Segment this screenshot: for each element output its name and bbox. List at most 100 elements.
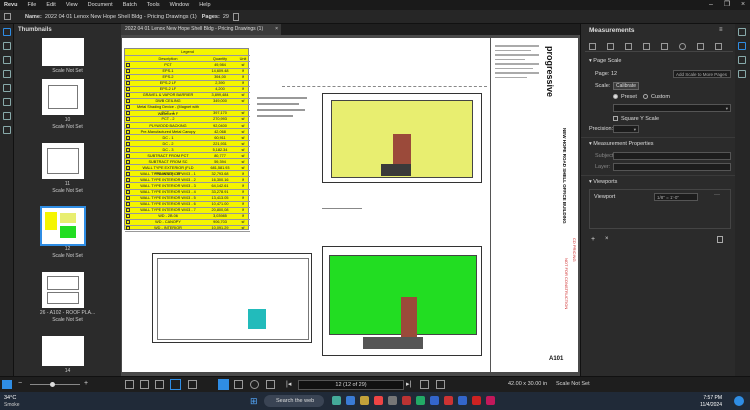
legend-checkbox[interactable] [126, 111, 130, 116]
area-tool-icon[interactable] [625, 43, 632, 50]
legend-checkbox[interactable] [126, 63, 130, 67]
menu-file[interactable]: File [27, 2, 36, 8]
previous-view-icon[interactable] [420, 380, 429, 389]
calibrate-button[interactable]: Calibrate [613, 82, 639, 90]
legend-checkbox[interactable] [126, 93, 130, 98]
polylength-tool-icon[interactable] [607, 43, 614, 50]
perimeter-tool-icon[interactable] [643, 43, 650, 50]
app-logo[interactable]: Revu [4, 2, 17, 8]
zoom-in-icon[interactable]: + [84, 380, 88, 387]
menu-help[interactable]: Help [199, 2, 210, 8]
legend-checkbox[interactable] [126, 129, 130, 134]
grab-viewport-icon[interactable]: × [605, 236, 609, 242]
legend-checkbox[interactable] [126, 214, 130, 219]
legend-checkbox[interactable] [126, 117, 130, 122]
legend-checkbox[interactable] [126, 159, 130, 164]
viewport-scale-select[interactable]: 1/8" = 1'-0" [654, 193, 698, 201]
bookmarks-icon[interactable] [3, 42, 11, 50]
legend-checkbox[interactable] [126, 135, 130, 140]
diameter-tool-icon[interactable] [679, 43, 686, 50]
volume-tool-icon[interactable] [661, 43, 668, 50]
windows-start-icon[interactable]: ⊞ [250, 396, 260, 406]
thumbnail-size-slider[interactable] [30, 382, 80, 387]
legend-checkbox[interactable] [126, 202, 130, 207]
drawing-sheet[interactable]: Legend Description Quantity Unit PCT 49,9… [122, 38, 578, 372]
legend-checkbox[interactable] [126, 69, 130, 74]
app-icon[interactable] [458, 396, 467, 405]
measurement-properties-header[interactable]: ▾ Measurement Properties [589, 141, 654, 147]
signatures-icon[interactable] [3, 84, 11, 92]
legend-checkbox[interactable] [126, 208, 130, 213]
side-by-side-icon[interactable] [155, 380, 164, 389]
add-scale-to-pages-button[interactable]: Add Scale to More Pages [673, 70, 731, 78]
legend-checkbox[interactable] [126, 141, 130, 146]
panel-menu-icon[interactable]: ≡ [719, 27, 723, 33]
page-thumbnail[interactable] [42, 336, 84, 366]
legend-checkbox[interactable] [126, 81, 130, 86]
menu-view[interactable]: View [66, 2, 78, 8]
menu-tools[interactable]: Tools [147, 2, 160, 8]
menu-batch[interactable]: Batch [123, 2, 137, 8]
pan-tool-icon[interactable] [218, 379, 229, 390]
legend-checkbox[interactable] [126, 87, 130, 92]
layers-icon[interactable] [3, 56, 11, 64]
menu-window[interactable]: Window [170, 2, 190, 8]
layer-select[interactable] [613, 163, 731, 171]
add-viewport-icon[interactable]: + [591, 236, 595, 243]
select-tool-icon[interactable] [234, 380, 243, 389]
page-scale-status[interactable]: Scale Not Set [556, 381, 590, 387]
thumbnails-icon[interactable] [3, 28, 11, 36]
subject-input[interactable] [613, 152, 731, 160]
legend-checkbox[interactable] [126, 153, 130, 158]
minimize-icon[interactable]: – [704, 0, 718, 10]
legend-checkbox[interactable] [126, 220, 130, 225]
app-icon[interactable] [486, 396, 495, 405]
markups-icon[interactable] [738, 56, 746, 64]
document-name[interactable]: 2022 04 01 Lenox New Hope Shell Bldg - P… [45, 14, 197, 20]
custom-radio[interactable] [643, 94, 648, 99]
edge-icon[interactable] [346, 396, 355, 405]
sets-icon[interactable] [3, 112, 11, 120]
page-thumbnail-selected[interactable] [40, 206, 86, 246]
bluebeam-icon[interactable] [444, 396, 453, 405]
last-page-icon[interactable]: ▸| [406, 380, 411, 388]
single-page-icon[interactable] [125, 380, 134, 389]
legend-checkbox[interactable] [126, 226, 130, 231]
acrobat-icon[interactable] [472, 396, 481, 405]
legend-checkbox[interactable] [126, 196, 130, 201]
chrome-icon[interactable] [374, 396, 383, 405]
list-view-icon[interactable] [2, 380, 12, 389]
more-icon[interactable]: ··· [714, 192, 720, 198]
legend-checkbox[interactable] [126, 165, 130, 170]
preset-scale-select[interactable]: ▾ [613, 104, 731, 112]
properties-icon[interactable] [738, 28, 746, 36]
viewports-header[interactable]: ▾ Viewports [589, 179, 617, 185]
page-navigation-field[interactable]: 12 (12 of 29) [298, 380, 404, 390]
page-thumbnail[interactable] [42, 143, 84, 179]
weather-temp[interactable]: 34°C [4, 395, 16, 401]
viewport-name[interactable]: Viewport [594, 194, 615, 200]
snapshot-icon[interactable] [266, 380, 275, 389]
legend-checkbox[interactable] [126, 190, 130, 195]
app-icon[interactable] [416, 396, 425, 405]
legend-checkbox[interactable] [126, 75, 130, 80]
zoom-out-icon[interactable]: − [18, 380, 22, 387]
settings-icon[interactable] [4, 13, 11, 20]
close-icon[interactable]: × [736, 0, 750, 10]
measurements-icon[interactable] [738, 42, 746, 50]
next-view-icon[interactable] [436, 380, 445, 389]
notification-icon[interactable] [734, 396, 744, 406]
search-icon[interactable] [738, 70, 746, 78]
close-tab-icon[interactable]: × [275, 24, 278, 35]
app-icon[interactable] [402, 396, 411, 405]
file-access-icon[interactable] [3, 98, 11, 106]
app-icon[interactable] [430, 396, 439, 405]
spaces-icon[interactable] [3, 126, 11, 134]
page-thumbnail[interactable] [42, 79, 84, 115]
legend-checkbox[interactable] [126, 171, 130, 176]
legend-checkbox[interactable] [126, 184, 130, 188]
split-view-icon[interactable] [170, 379, 181, 390]
delete-viewport-icon[interactable] [717, 236, 723, 243]
page-scale-header[interactable]: ▾ Page Scale [589, 58, 621, 64]
square-y-scale-checkbox[interactable] [613, 116, 618, 121]
